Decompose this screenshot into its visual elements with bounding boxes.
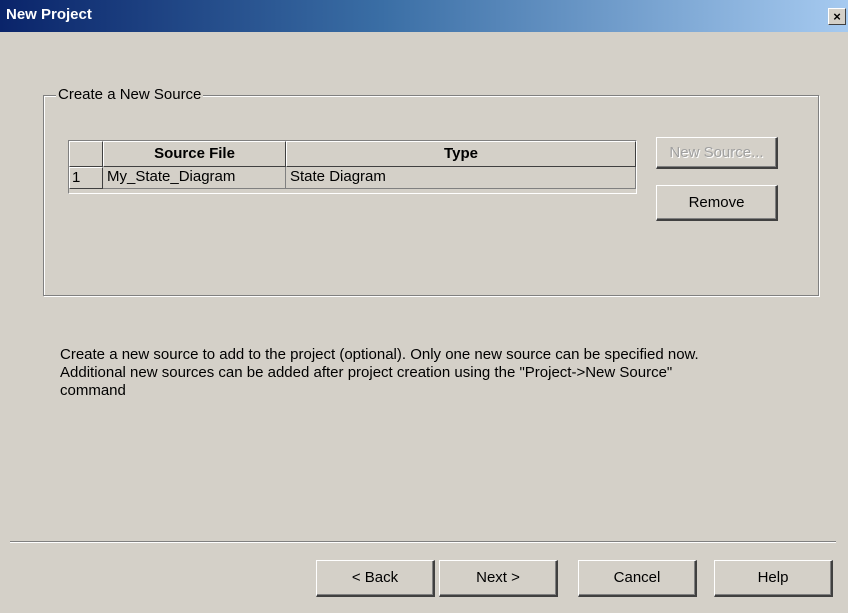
cell-type[interactable]: State Diagram: [286, 167, 636, 189]
remove-button[interactable]: Remove: [656, 185, 778, 221]
description-line-1: Create a new source to add to the projec…: [60, 346, 699, 363]
close-icon: ×: [833, 9, 841, 24]
grid-corner-header: [69, 141, 103, 167]
column-header-type[interactable]: Type: [286, 141, 636, 167]
description-line-3: command: [60, 382, 126, 399]
cell-source-file[interactable]: My_State_Diagram: [103, 167, 286, 189]
description-line-2: Additional new sources can be added afte…: [60, 364, 673, 381]
window-title: New Project: [6, 6, 92, 23]
cancel-button[interactable]: Cancel: [578, 560, 697, 597]
close-button[interactable]: ×: [828, 8, 846, 25]
help-button[interactable]: Help: [714, 560, 833, 597]
row-number[interactable]: 1: [69, 167, 103, 189]
source-grid[interactable]: Source File Type 1 My_State_Diagram Stat…: [68, 140, 637, 194]
column-header-source-file[interactable]: Source File: [103, 141, 286, 167]
title-bar: New Project ×: [0, 0, 848, 32]
description-text: Create a new source to add to the projec…: [60, 346, 820, 400]
next-button[interactable]: Next >: [439, 560, 558, 597]
new-source-button[interactable]: New Source...: [656, 137, 778, 169]
group-legend: Create a New Source: [56, 86, 204, 104]
back-button[interactable]: < Back: [316, 560, 435, 597]
footer-separator: [10, 541, 836, 543]
